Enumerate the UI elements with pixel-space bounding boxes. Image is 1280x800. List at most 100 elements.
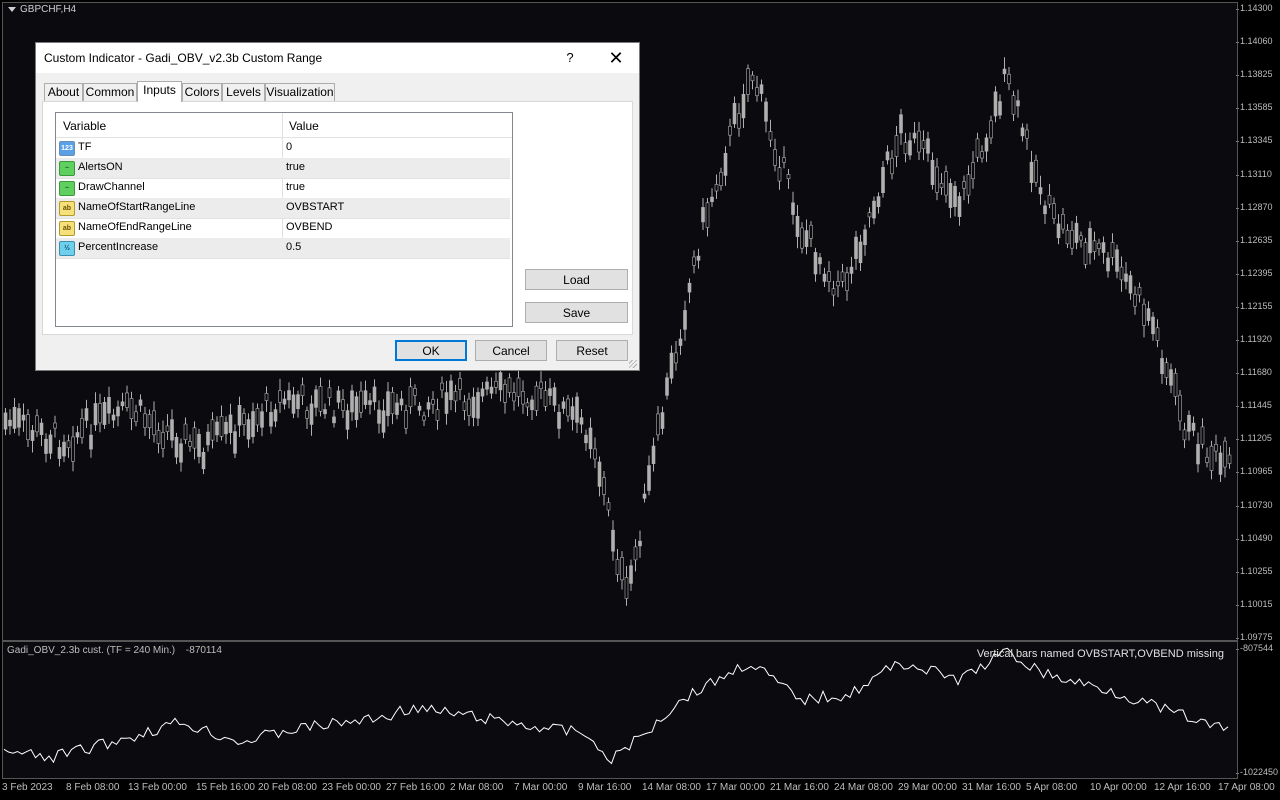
indicator-label: Gadi_OBV_2.3b cust. (TF = 240 Min.) -870…	[7, 645, 230, 656]
candle-body	[552, 387, 557, 406]
tab-inputs[interactable]: Inputs	[137, 81, 182, 102]
input-row-tf[interactable]: 123 TF 0	[56, 138, 510, 159]
candle-body	[422, 415, 426, 421]
inputs-grid[interactable]: Variable Value 123 TF 0 ~ AlertsON true ~ DrawC…	[55, 112, 513, 327]
resize-grip-icon[interactable]	[629, 360, 637, 368]
input-row-percentincrease[interactable]: ½ PercentIncrease 0.5	[56, 238, 510, 259]
close-button[interactable]: ✕	[601, 45, 631, 71]
candle-body	[804, 230, 809, 247]
candle-body	[854, 236, 858, 259]
candle-body	[813, 252, 818, 275]
input-value[interactable]: OVBEND	[286, 221, 332, 233]
candle-body	[1133, 294, 1137, 307]
candle-body	[350, 390, 354, 413]
tab-common[interactable]: Common	[83, 83, 137, 101]
candle-body	[183, 423, 188, 440]
dropdown-triangle-icon[interactable]	[8, 6, 16, 12]
input-row-nameofstartrangeline[interactable]: ab NameOfStartRangeLine OVBSTART	[56, 198, 510, 219]
candle-body	[120, 401, 125, 407]
candle-body	[1038, 187, 1043, 195]
candle-body	[408, 386, 413, 408]
tab-colors[interactable]: Colors	[182, 83, 222, 101]
candle-body	[1227, 454, 1232, 464]
dialog-titlebar[interactable]: Custom Indicator - Gadi_OBV_v2.3b Custom…	[36, 43, 639, 73]
candle-body	[782, 157, 786, 163]
candle-body	[363, 390, 368, 405]
tab-visualization[interactable]: Visualization	[265, 83, 335, 101]
input-row-alertson[interactable]: ~ AlertsON true	[56, 158, 510, 179]
candle-body	[413, 388, 417, 396]
candle-body	[777, 167, 782, 182]
candle-body	[1106, 257, 1110, 272]
candle-body	[579, 417, 584, 425]
time-axis[interactable]: 3 Feb 2023 8 Feb 08:00 13 Feb 00:00 15 Feb …	[0, 778, 1275, 800]
help-button[interactable]: ?	[560, 47, 580, 69]
price-tick: 1.10730	[1236, 499, 1273, 510]
time-tick: 21 Mar 16:00	[770, 782, 829, 793]
tab-levels[interactable]: Levels	[222, 83, 265, 101]
candle-body	[602, 477, 606, 495]
candle-body	[557, 411, 561, 429]
candle-body	[278, 390, 282, 403]
candle-body	[237, 405, 242, 426]
reset-button[interactable]: Reset	[556, 340, 628, 361]
candle-body	[674, 352, 678, 364]
inputs-panel: Variable Value 123 TF 0 ~ AlertsON true ~ DrawC…	[42, 101, 633, 335]
time-tick: 7 Mar 00:00	[514, 782, 568, 793]
input-value[interactable]: 0.5	[286, 241, 301, 253]
candle-body	[1043, 205, 1047, 215]
candle-body	[714, 184, 719, 192]
candle-body	[660, 412, 665, 429]
candle-body	[1214, 443, 1218, 452]
ok-button[interactable]: OK	[395, 340, 467, 361]
candle-body	[858, 241, 863, 264]
candle-body	[462, 401, 467, 411]
cancel-button[interactable]: Cancel	[475, 340, 547, 361]
candle-body	[755, 87, 759, 97]
close-icon: ✕	[608, 48, 624, 68]
price-axis[interactable]: -807544 -1022450 1.14300 1.14060 1.13825 1.…	[1235, 0, 1280, 800]
candle-body	[647, 465, 651, 491]
candle-body	[1065, 229, 1070, 245]
candle-body	[1155, 327, 1160, 341]
candle-body	[201, 452, 206, 470]
input-row-nameofendrangeline[interactable]: ab NameOfEndRangeLine OVBEND	[56, 218, 510, 239]
input-row-drawchannel[interactable]: ~ DrawChannel true	[56, 178, 510, 199]
candle-body	[233, 431, 237, 454]
candle-body	[543, 390, 548, 407]
symbol-label[interactable]: GBPCHF,H4	[8, 4, 76, 15]
tab-about[interactable]: About	[44, 83, 83, 101]
input-value[interactable]: 0	[286, 141, 292, 153]
candle-body	[143, 413, 147, 428]
candle-body	[597, 461, 602, 487]
header-variable[interactable]: Variable	[63, 119, 106, 133]
candle-body	[656, 413, 660, 436]
candle-body	[341, 399, 345, 411]
candle-body	[939, 182, 944, 188]
candle-body	[921, 140, 926, 149]
candle-body	[165, 425, 170, 432]
price-tick: 1.12870	[1236, 201, 1273, 212]
header-value[interactable]: Value	[289, 119, 319, 133]
candle-body	[296, 394, 300, 410]
save-button[interactable]: Save	[525, 302, 628, 323]
load-button[interactable]: Load	[525, 269, 628, 290]
price-tick: 1.12635	[1236, 234, 1273, 245]
candle-body	[161, 432, 165, 449]
candle-body	[48, 434, 53, 454]
candle-body	[1191, 422, 1196, 431]
input-value[interactable]: OVBSTART	[286, 201, 344, 213]
candle-body	[107, 397, 111, 414]
candle-body	[1029, 161, 1034, 183]
input-value[interactable]: true	[286, 181, 305, 193]
candle-body	[570, 406, 575, 420]
candle-body	[336, 390, 341, 403]
obv-indicator-line	[3, 647, 1229, 765]
candle-body	[1128, 275, 1133, 294]
time-tick: 27 Feb 16:00	[386, 782, 445, 793]
input-value[interactable]: true	[286, 161, 305, 173]
candle-body	[863, 229, 867, 246]
candle-body	[255, 408, 260, 426]
candle-body	[989, 120, 993, 139]
candle-body	[134, 411, 138, 422]
